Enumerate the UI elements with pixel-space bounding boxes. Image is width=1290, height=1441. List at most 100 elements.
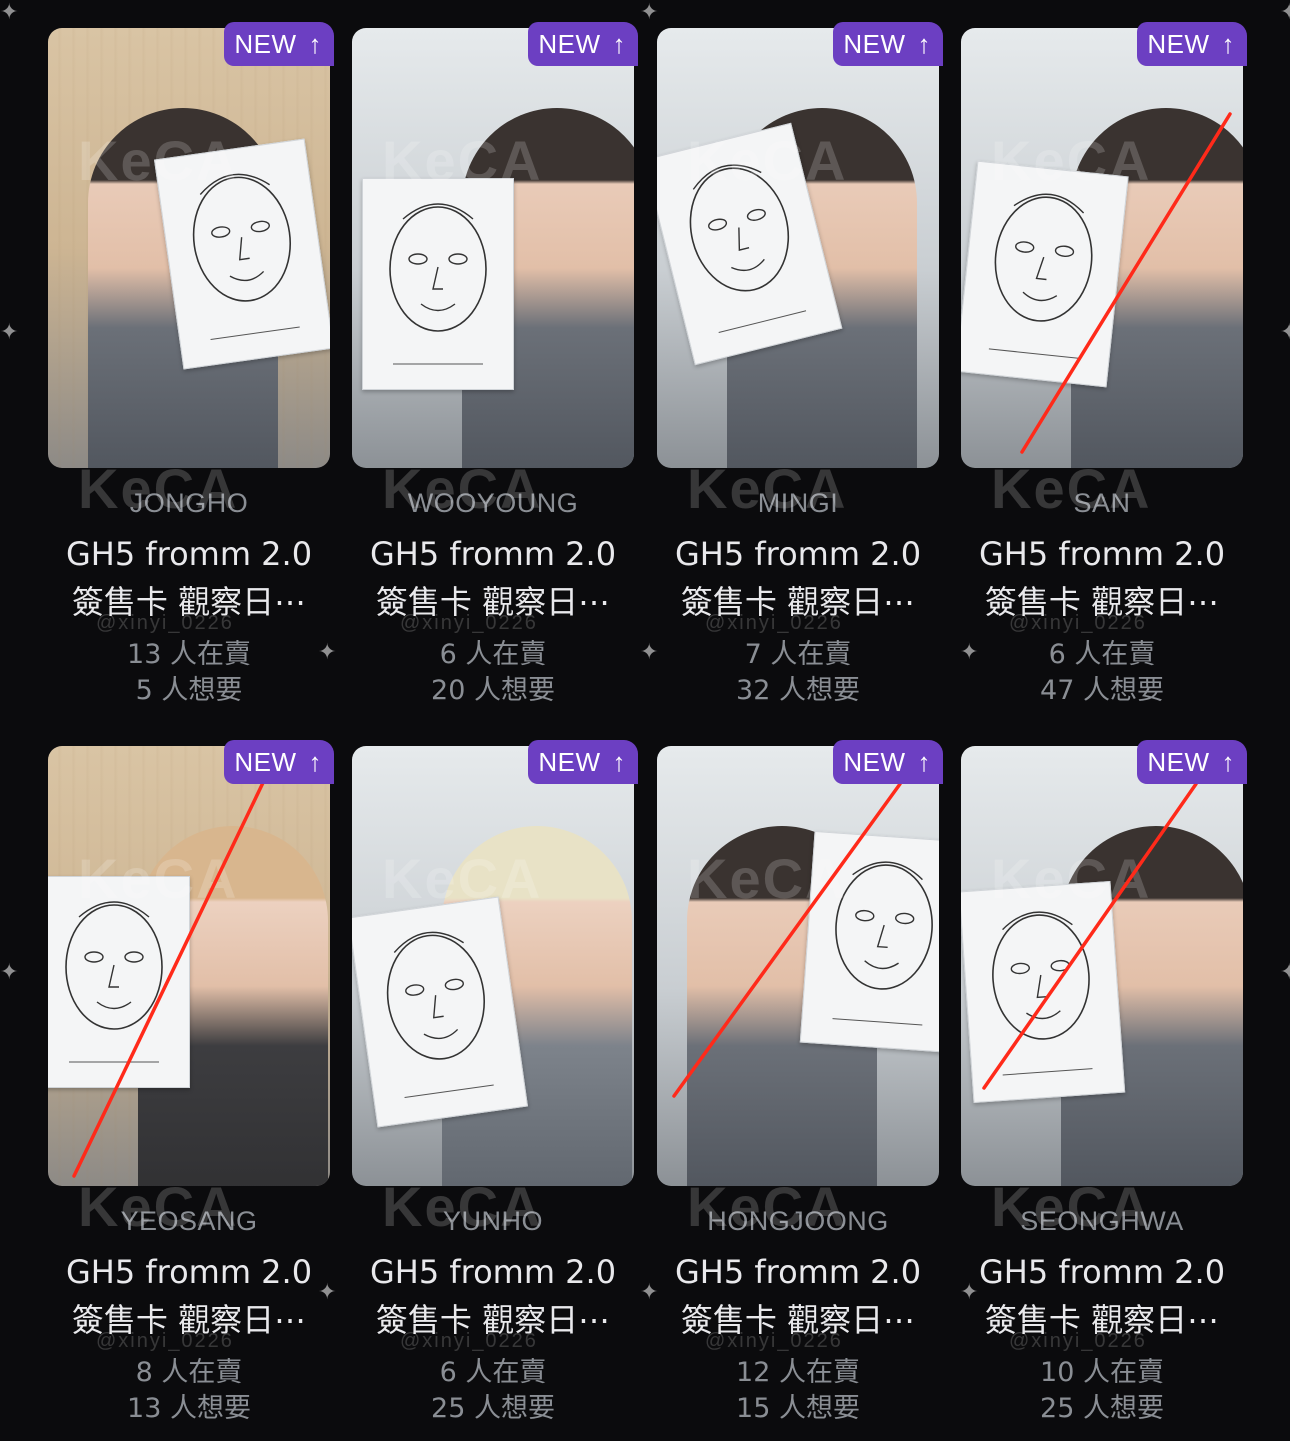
sketch-drawing (65, 901, 163, 1063)
sparkle-decoration: ✦ (1280, 960, 1290, 985)
photocard-grid: KeCANEW↑JONGHOGH5 fromm 2.0簽售卡 觀察日⋯13 人在… (0, 0, 1290, 1441)
new-badge-label: NEW (1147, 28, 1210, 59)
sparkle-decoration: ✦ (640, 0, 659, 25)
arrow-up-icon: ↑ (917, 28, 931, 59)
wanting-count: 32 人想要 (736, 675, 860, 706)
card-title-line1: GH5 fromm 2.0 (65, 535, 313, 573)
wanting-count: 25 人想要 (431, 1393, 555, 1424)
sketch-drawing (988, 193, 1093, 359)
new-badge: NEW ↑ (833, 740, 943, 784)
photocard-item[interactable]: KeCANEW ↑ JONGHO GH5 fromm 2.0 簽售卡 觀察日⋯ 13 人在… (48, 22, 334, 708)
card-title-line2: 簽售卡 觀察日⋯ (680, 583, 916, 621)
new-badge: NEW ↑ (528, 22, 638, 66)
photocard-item[interactable]: KeCA NEW ↑ WOOYOUNG GH5 fromm 2.0 簽售卡 觀察日⋯ 6 人… (352, 22, 638, 708)
new-badge: NEW ↑ (833, 22, 943, 66)
selling-count: 8 人在賣 (135, 1357, 243, 1388)
card-title-line2: 簽售卡 觀察日⋯ (680, 1301, 916, 1339)
photocard-image[interactable]: KeCA (657, 28, 939, 468)
sketch-drawing (832, 861, 933, 1026)
card-title-line1: GH5 fromm 2.0 (978, 1253, 1226, 1291)
new-badge: NEW ↑ (224, 740, 334, 784)
selling-count: 10 人在賣 (1040, 1357, 1164, 1388)
arrow-up-icon: ↑ (1221, 28, 1235, 59)
drawing-paper (362, 178, 514, 390)
drawing-paper (799, 830, 939, 1054)
new-badge: NEW ↑ (528, 740, 638, 784)
photocard-image[interactable]: KeCA (657, 746, 939, 1186)
card-title-line2: 簽售卡 觀察日⋯ (984, 1301, 1220, 1339)
wanting-count: 20 人想要 (431, 675, 555, 706)
arrow-up-icon: ↑ (612, 746, 626, 777)
card-title[interactable]: GH5 fromm 2.0 簽售卡 觀察日⋯ (657, 530, 939, 626)
arrow-up-icon: ↑ (612, 28, 626, 59)
photocard-item[interactable]: KeCANEW ↑ MINGI GH5 fromm 2.0 簽售卡 觀察日⋯ 7 人在賣 3… (657, 22, 943, 708)
member-name: JONGHO (129, 488, 249, 518)
card-title-line2: 簽售卡 觀察日⋯ (375, 583, 611, 621)
photocard-item[interactable]: KeCANEW ↑ SEONGHWA GH5 fromm 2.0 簽售卡 觀察日⋯ 10 … (961, 740, 1247, 1426)
new-badge-label: NEW (843, 746, 906, 777)
photocard-item[interactable]: KeCANEW ↑ HONGJOONG GH5 fromm 2.0 簽售卡 觀察日⋯ 12… (657, 740, 943, 1426)
sparkle-decoration: ✦ (640, 1280, 659, 1305)
card-title[interactable]: GH5 fromm 2.0 簽售卡 觀察日⋯ (48, 530, 330, 626)
sparkle-decoration: ✦ (1280, 0, 1290, 25)
drawing-paper (48, 876, 190, 1088)
wanting-count: 47 人想要 (1040, 675, 1164, 706)
photocard-image[interactable]: KeCA (48, 746, 330, 1186)
new-badge-label: NEW (234, 28, 297, 59)
photocard-image[interactable]: KeCA (961, 28, 1243, 468)
drawing-paper (352, 896, 529, 1128)
selling-count: 6 人在賣 (439, 1357, 547, 1388)
photocard-image[interactable]: KeCA (48, 28, 330, 468)
card-title[interactable]: GH5 fromm 2.0 簽售卡 觀察日⋯ (48, 1248, 330, 1344)
photocard-image[interactable]: KeCA (352, 28, 634, 468)
selling-count: 6 人在賣 (1048, 639, 1156, 670)
new-badge-label: NEW (1147, 746, 1210, 777)
card-title-line1: GH5 fromm 2.0 (65, 1253, 313, 1291)
selling-count: 7 人在賣 (744, 639, 852, 670)
photocard-item[interactable]: KeCANEW ↑ YUNHO GH5 fromm 2.0 簽售卡 觀察日⋯ 6 人在賣 2… (352, 740, 638, 1426)
new-badge: NEW ↑ (1137, 740, 1247, 784)
card-title[interactable]: GH5 fromm 2.0 簽售卡 觀察日⋯ (657, 1248, 939, 1344)
drawing-paper (153, 138, 330, 370)
new-badge-label: NEW (234, 746, 297, 777)
member-name: YUNHO (442, 1206, 543, 1236)
new-badge-label: NEW (843, 28, 906, 59)
drawing-paper (961, 160, 1129, 388)
new-badge-label: NEW (538, 746, 601, 777)
wanting-count: 15 人想要 (736, 1393, 860, 1424)
wanting-count: 25 人想要 (1040, 1393, 1164, 1424)
card-title[interactable]: GH5 fromm 2.0 簽售卡 觀察日⋯ (961, 1248, 1243, 1344)
card-title-line2: 簽售卡 觀察日⋯ (375, 1301, 611, 1339)
sparkle-decoration: ✦ (0, 0, 19, 25)
sparkle-decoration: ✦ (0, 960, 19, 985)
arrow-up-icon: ↑ (917, 746, 931, 777)
photocard-item[interactable]: KeCANEW ↑ YEOSANG GH5 fromm 2.0 簽售卡 觀察日⋯ 8 人在… (48, 740, 334, 1426)
card-title[interactable]: GH5 fromm 2.0 簽售卡 觀察日⋯ (352, 530, 634, 626)
card-title-line1: GH5 fromm 2.0 (369, 535, 617, 573)
arrow-up-icon: ↑ (308, 28, 322, 59)
card-title-line2: 簽售卡 觀察日⋯ (984, 583, 1220, 621)
photocard-image[interactable]: KeCA (352, 746, 634, 1186)
card-title-line1: GH5 fromm 2.0 (978, 535, 1226, 573)
sketch-drawing (389, 203, 487, 365)
member-name: SAN (1073, 488, 1131, 518)
sketch-drawing (386, 931, 494, 1098)
card-title[interactable]: GH5 fromm 2.0 簽售卡 觀察日⋯ (961, 530, 1243, 626)
card-title-line2: 簽售卡 觀察日⋯ (71, 1301, 307, 1339)
card-title-line1: GH5 fromm 2.0 (674, 535, 922, 573)
card-title-line2: 簽售卡 觀察日⋯ (71, 583, 307, 621)
card-title-line1: GH5 fromm 2.0 (674, 1253, 922, 1291)
member-name: MINGI (757, 488, 839, 518)
member-name: WOOYOUNG (407, 488, 579, 518)
arrow-up-icon: ↑ (1221, 746, 1235, 777)
photocard-image[interactable]: KeCA (961, 746, 1243, 1186)
sparkle-decoration: ✦ (640, 640, 659, 665)
sparkle-decoration: ✦ (0, 320, 19, 345)
card-title[interactable]: GH5 fromm 2.0 簽售卡 觀察日⋯ (352, 1248, 634, 1344)
new-badge: NEW ↑ (1137, 22, 1247, 66)
photocard-item[interactable]: KeCA NEW ↑ SAN GH5 fromm 2.0 簽售卡 觀察日⋯ 6 人在賣 47 … (961, 22, 1247, 708)
sketch-drawing (192, 173, 300, 340)
selling-count: 6 人在賣 (439, 639, 547, 670)
wanting-count: 5 人想要 (135, 675, 243, 706)
arrow-up-icon: ↑ (308, 746, 322, 777)
